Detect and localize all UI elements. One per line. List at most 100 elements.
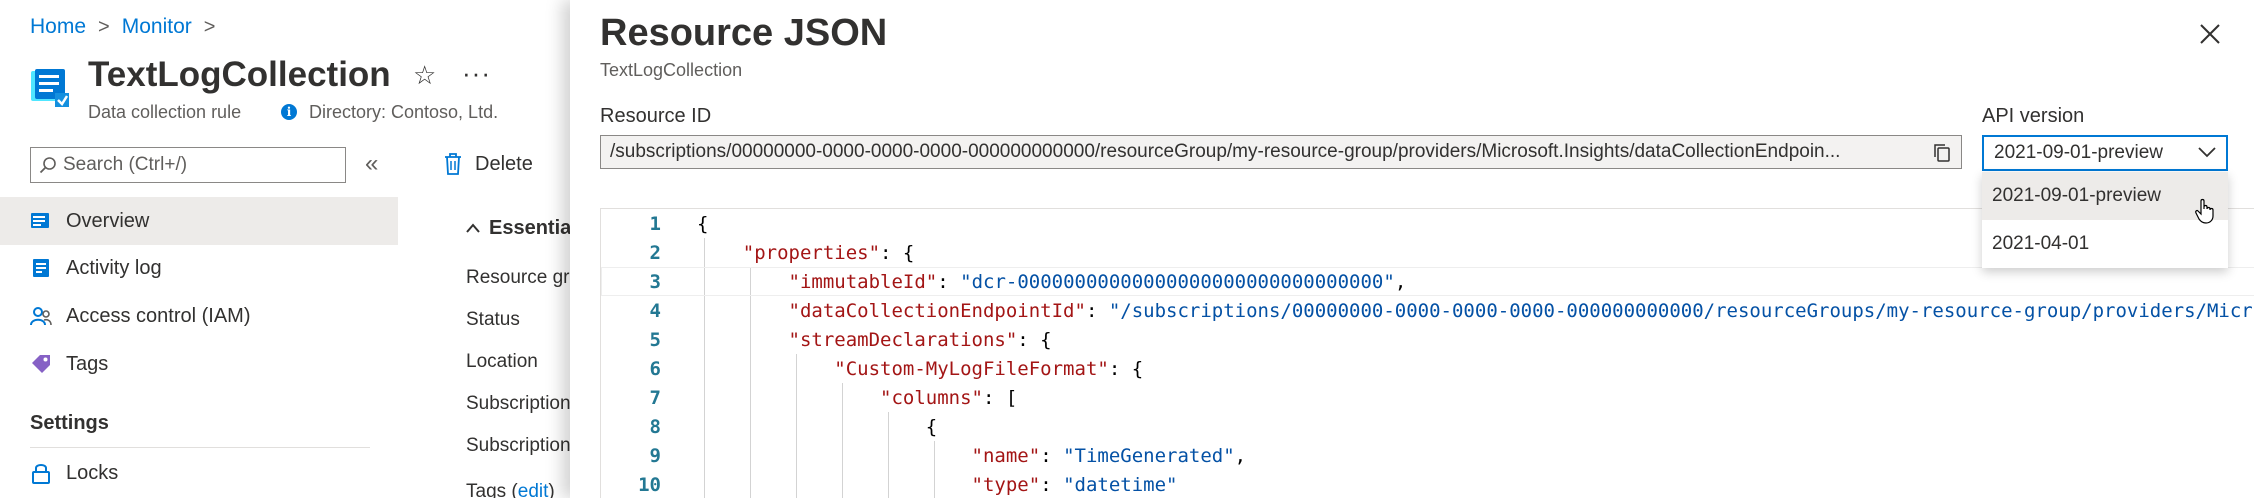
- json-punct: : {: [880, 241, 915, 264]
- delete-label: Delete: [475, 152, 533, 175]
- api-option-label: 2021-04-01: [1992, 233, 2090, 254]
- json-key: "dataCollectionEndpointId": [788, 299, 1086, 322]
- nav-item-label: Tags: [66, 352, 109, 375]
- line-number: 8: [649, 415, 661, 438]
- line-number: 7: [649, 386, 661, 409]
- divider: [30, 447, 370, 448]
- panel-title: Resource JSON: [600, 12, 888, 54]
- resource-id-field[interactable]: /subscriptions/00000000-0000-0000-0000-0…: [600, 135, 1962, 169]
- tags-label: Tags (edit): [466, 481, 555, 498]
- chevron-right-icon: >: [203, 15, 216, 38]
- line-number: 2: [649, 241, 661, 264]
- breadcrumb-monitor[interactable]: Monitor: [122, 15, 192, 39]
- json-key: "name": [971, 444, 1041, 467]
- json-punct: : [: [982, 386, 1018, 409]
- json-punct: {: [925, 415, 938, 438]
- line-number: 10: [638, 473, 661, 496]
- code-text: {: [663, 213, 708, 235]
- copy-icon[interactable]: [1932, 143, 1952, 163]
- directory-label: Directory: Contoso, Ltd.: [309, 102, 499, 122]
- breadcrumb-home[interactable]: Home: [30, 15, 86, 39]
- json-key: "streamDeclarations": [788, 328, 1018, 351]
- line-number: 6: [649, 357, 661, 380]
- code-text: {: [663, 416, 937, 438]
- trash-icon: [445, 153, 461, 175]
- json-key: "immutableId": [788, 270, 938, 293]
- json-value: "datetime": [1063, 473, 1178, 496]
- essentials-label: Subscription: [466, 435, 571, 456]
- search-input[interactable]: Search (Ctrl+/): [30, 147, 346, 183]
- tags-label-text: Tags (: [466, 481, 518, 498]
- essentials-label: Status: [466, 309, 520, 330]
- settings-heading: Settings: [30, 412, 109, 434]
- resource-id-label: Resource ID: [600, 105, 712, 127]
- info-icon: i: [281, 104, 297, 120]
- json-value: "/subscriptions/00000000-0000-0000-0000-…: [1108, 299, 2254, 322]
- essentials-label: Subscription: [466, 393, 571, 414]
- chevron-up-icon: [466, 223, 480, 233]
- code-line: 5 "streamDeclarations": {: [601, 325, 2254, 354]
- panel-subtitle: TextLogCollection: [600, 60, 743, 80]
- api-option[interactable]: 2021-04-01: [1982, 220, 2228, 268]
- data-collection-rule-icon: [31, 69, 69, 107]
- code-line: 10 "type": "datetime": [601, 470, 2254, 498]
- lock-icon: [30, 462, 52, 484]
- line-number: 4: [649, 299, 661, 322]
- code-text: "columns": [: [663, 387, 1017, 409]
- nav-item-overview[interactable]: Overview: [0, 197, 398, 245]
- nav-item-locks[interactable]: Locks: [0, 449, 398, 497]
- code-text: "Custom-MyLogFileFormat": {: [663, 358, 1143, 380]
- nav-item-tags[interactable]: Tags: [0, 340, 398, 388]
- line-number: 1: [649, 212, 661, 235]
- tags-edit-link[interactable]: edit: [518, 481, 549, 498]
- nav-item-label: Access control (IAM): [66, 304, 251, 327]
- page-title: TextLogCollection: [88, 55, 391, 94]
- json-punct: :: [1040, 444, 1064, 467]
- tags-label-close: ): [548, 481, 555, 498]
- close-icon[interactable]: [2196, 20, 2224, 48]
- search-placeholder: Search (Ctrl+/): [63, 154, 188, 175]
- api-version-dropdown[interactable]: 2021-09-01-preview: [1982, 135, 2228, 171]
- line-number: 9: [649, 444, 661, 467]
- line-number: 5: [649, 328, 661, 351]
- collapse-menu-icon[interactable]: «: [365, 150, 378, 178]
- more-icon[interactable]: ···: [462, 58, 491, 89]
- nav-item-label: Activity log: [66, 256, 162, 279]
- json-key: "columns": [880, 386, 983, 409]
- api-option[interactable]: 2021-09-01-preview: [1982, 172, 2228, 224]
- api-version-value: 2021-09-01-preview: [1994, 142, 2163, 163]
- nav-item-activity-log[interactable]: Activity log: [0, 244, 398, 292]
- json-punct: : {: [1017, 328, 1052, 351]
- tag-icon: [30, 353, 52, 375]
- code-line: 7 "columns": [: [601, 383, 2254, 412]
- code-line: 8 {: [601, 412, 2254, 441]
- overview-icon: [30, 210, 52, 232]
- people-icon: [30, 305, 52, 327]
- star-icon[interactable]: ☆: [413, 60, 436, 91]
- search-icon: [39, 157, 56, 174]
- code-text: "dataCollectionEndpointId": "/subscripti…: [663, 300, 2254, 322]
- code-text: "streamDeclarations": {: [663, 329, 1052, 351]
- breadcrumb: Home > Monitor >: [30, 15, 215, 39]
- json-punct: : {: [1108, 357, 1144, 380]
- delete-button[interactable]: Delete: [443, 152, 533, 176]
- api-option-label: 2021-09-01-preview: [1992, 185, 2161, 206]
- json-punct: :: [1040, 473, 1064, 496]
- code-text: "name": "TimeGenerated",: [663, 444, 1247, 467]
- code-line: 4 "dataCollectionEndpointId": "/subscrip…: [601, 296, 2254, 325]
- json-key: "properties": [742, 241, 881, 264]
- json-value: "TimeGenerated": [1063, 444, 1235, 467]
- nav-item-label: Overview: [66, 209, 150, 232]
- code-line: 6 "Custom-MyLogFileFormat": {: [601, 354, 2254, 383]
- json-punct: :: [937, 270, 961, 293]
- json-value: "dcr-00000000000000000000000000000000": [960, 270, 1395, 293]
- json-punct: :: [1085, 299, 1109, 322]
- code-text: "type": "datetime": [663, 473, 1178, 496]
- json-key: "type": [971, 473, 1041, 496]
- nav-item-label: Locks: [66, 461, 119, 484]
- json-punct: ,: [1394, 270, 1407, 293]
- resource-type: Data collection rule: [88, 102, 242, 122]
- essentials-label: Resource gr: [466, 267, 570, 288]
- nav-item-access-control[interactable]: Access control (IAM): [0, 292, 398, 340]
- code-text: "properties": {: [663, 241, 915, 264]
